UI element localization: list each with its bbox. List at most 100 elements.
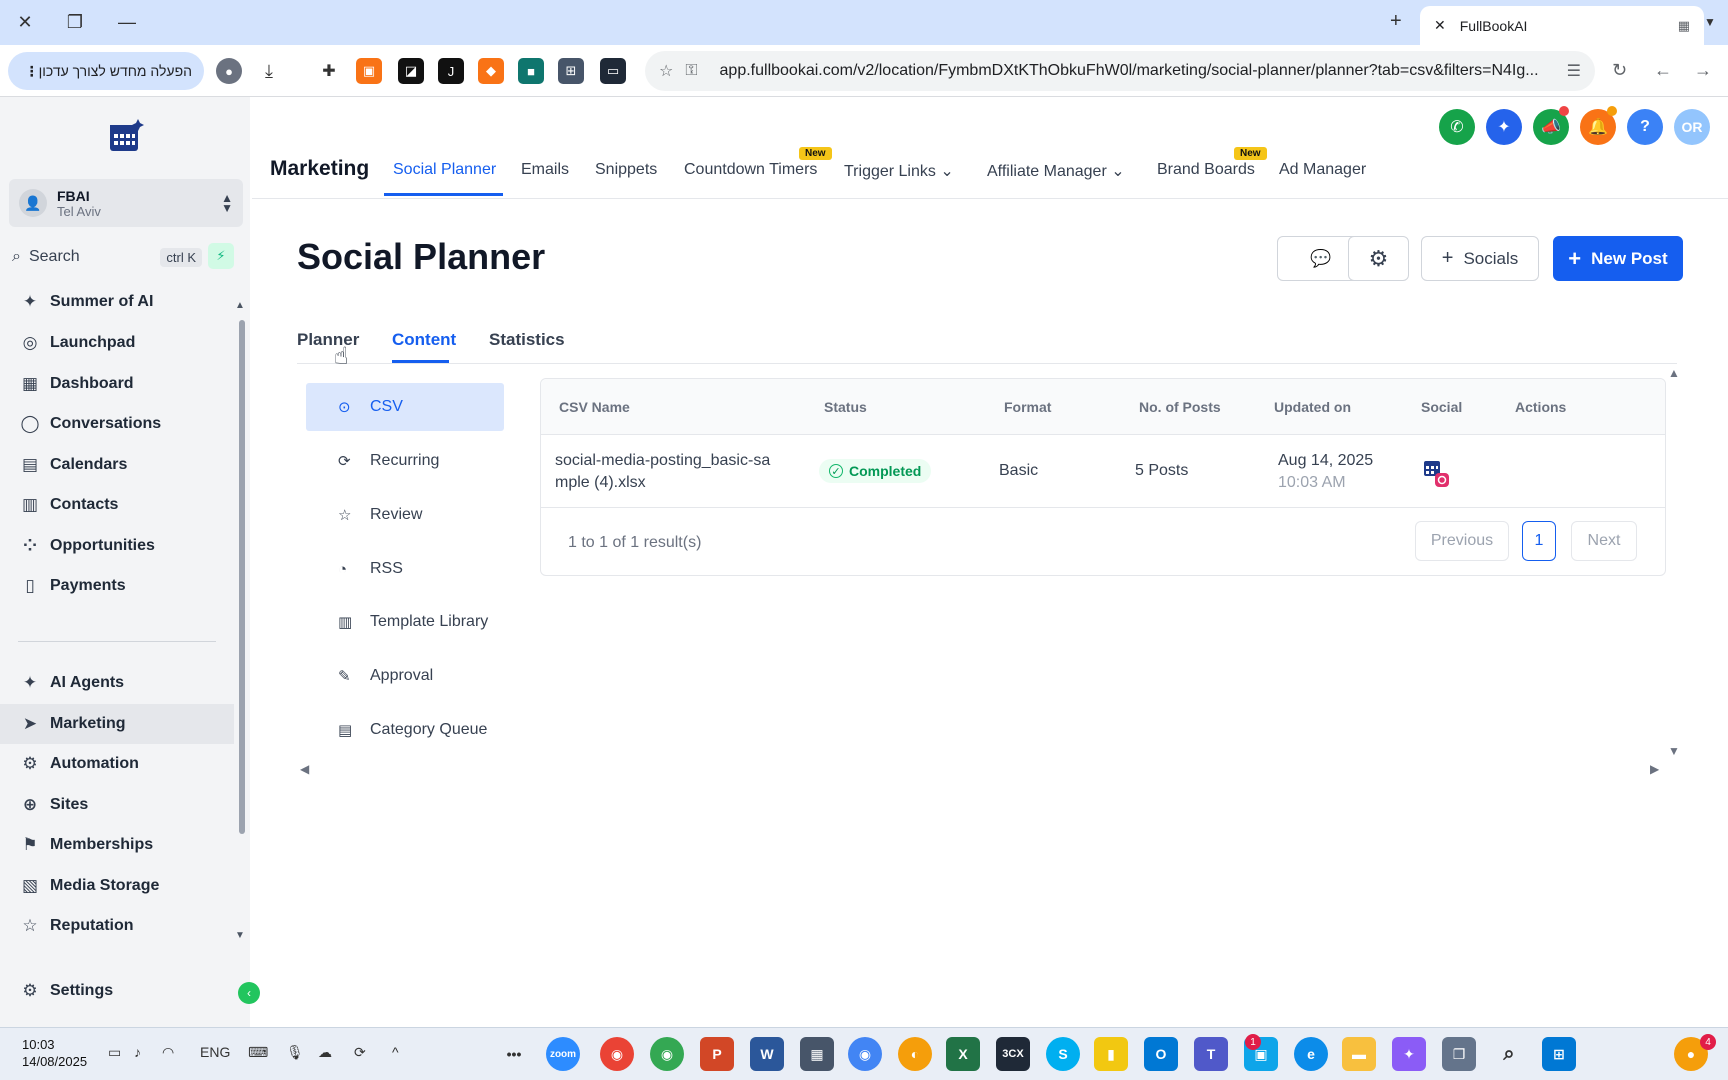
next-page-button[interactable]: Next (1571, 521, 1637, 561)
onedrive-icon[interactable]: ☁ (318, 1044, 332, 1061)
sidebar-item-settings[interactable]: ⚙ Settings (0, 971, 234, 1011)
profile-avatar-icon[interactable]: ● (216, 58, 242, 84)
extension-6-icon[interactable]: ⊞ (558, 58, 584, 84)
sidebar-item-calendars[interactable]: ▤ Calendars (0, 445, 234, 485)
sidebar-item-conversations[interactable]: ◯ Conversations (0, 404, 234, 444)
scroll-up-icon[interactable]: ▲ (235, 300, 245, 311)
sidebar-item-contacts[interactable]: ▥ Contacts (0, 485, 234, 525)
scroll-down-icon[interactable]: ▼ (1668, 744, 1680, 758)
tab-countdown-timers[interactable]: Countdown Timers (684, 161, 817, 179)
more-apps-icon[interactable]: ••• (497, 1037, 531, 1071)
minimize-window-icon[interactable]: — (110, 8, 144, 36)
tray-chevron-icon[interactable]: ^ (392, 1044, 399, 1060)
tab-content[interactable]: Content (392, 330, 456, 350)
tab-list-chevron-icon[interactable]: ▼ (1696, 8, 1724, 36)
sidebar-item-memberships[interactable]: ⚑ Memberships (0, 825, 234, 865)
reload-icon[interactable]: ↻ (1612, 60, 1627, 81)
restart-to-update-button[interactable]: הפעלה מחדש לצורך עדכון ⋮ (8, 52, 204, 90)
csv-filename[interactable]: social-media-posting_basic-sa mple (4).x… (555, 450, 770, 494)
chrome-active-app-icon[interactable]: ◉ (848, 1037, 882, 1071)
teams-app-icon[interactable]: T (1194, 1037, 1228, 1071)
zoom-app-icon[interactable]: zoom (546, 1037, 580, 1071)
account-switcher[interactable]: 👤 FBAI Tel Aviv ▲ ▼ (9, 179, 243, 227)
collapse-sidebar-button[interactable]: ‹ (238, 982, 260, 1004)
submenu-approval[interactable]: ✎ Approval (306, 652, 504, 700)
password-key-icon[interactable]: ⚿ (685, 62, 697, 80)
metamask-icon[interactable]: ◆ (478, 58, 504, 84)
3cx-app-icon[interactable]: 3CX (996, 1037, 1030, 1071)
sidebar-item-reputation[interactable]: ☆ Reputation (0, 906, 234, 946)
sidebar-item-launchpad[interactable]: ◎ Launchpad (0, 323, 234, 363)
language-indicator[interactable]: ENG (200, 1044, 230, 1060)
submenu-recurring[interactable]: ⟳ Recurring (306, 437, 504, 485)
sidebar-item-dashboard[interactable]: ▦ Dashboard (0, 364, 234, 404)
submenu-rss[interactable]: ◔ RSS (306, 545, 504, 593)
tab-close-icon[interactable]: ✕ (1434, 17, 1446, 34)
extension-5-icon[interactable]: ■ (518, 58, 544, 84)
user-avatar[interactable]: OR (1674, 109, 1710, 145)
sync-icon[interactable]: ⟳ (354, 1044, 366, 1061)
settings-button[interactable]: ⚙ (1348, 236, 1409, 281)
sidebar-item-automation[interactable]: ⚙ Automation (0, 744, 234, 784)
extension-3-icon[interactable]: J (438, 58, 464, 84)
keyboard-icon[interactable]: ⌨ (248, 1044, 268, 1061)
excel-app-icon[interactable]: X (946, 1037, 980, 1071)
previous-page-button[interactable]: Previous (1415, 521, 1509, 561)
extension-1-icon[interactable]: ▣ (356, 58, 382, 84)
powerpoint-app-icon[interactable]: P (700, 1037, 734, 1071)
skype-app-icon[interactable]: S (1046, 1037, 1080, 1071)
submenu-csv[interactable]: ⊙ CSV (306, 383, 504, 431)
scrollbar-thumb[interactable] (239, 320, 245, 834)
outlook-app-icon[interactable]: O (1144, 1037, 1178, 1071)
chrome-profile-app-icon[interactable]: ◉ (650, 1037, 684, 1071)
submenu-template-library[interactable]: ▥ Template Library (306, 598, 504, 646)
browser-tab-fullbookai[interactable]: ✕ FullBookAI ▦ (1420, 6, 1704, 45)
forward-icon[interactable]: → (1694, 60, 1712, 81)
calculator-app-icon[interactable]: ▦ (800, 1037, 834, 1071)
task-view-icon[interactable]: ❐ (1442, 1037, 1476, 1071)
file-explorer-app-icon[interactable]: ▬ (1342, 1037, 1376, 1071)
close-window-icon[interactable]: ✕ (8, 8, 42, 36)
phone-icon[interactable]: ✆ (1439, 109, 1475, 145)
tab-ad-manager[interactable]: Ad Manager (1279, 161, 1366, 179)
new-post-button[interactable]: + New Post (1553, 236, 1683, 281)
ai-assistant-icon[interactable]: ✦ (1486, 109, 1522, 145)
sidebar-item-media-storage[interactable]: ▧ Media Storage (0, 866, 234, 906)
extension-2-icon[interactable]: ◪ (398, 58, 424, 84)
tab-affiliate-manager[interactable]: Affiliate Manager ⌄ (987, 161, 1125, 181)
help-button[interactable]: ? (1627, 109, 1663, 145)
sidebar-item-payments[interactable]: ▯ Payments (0, 566, 234, 606)
tab-planner[interactable]: Planner (297, 330, 359, 350)
new-tab-icon[interactable]: + (1390, 10, 1402, 33)
wifi-icon[interactable]: ◠ (162, 1044, 174, 1061)
tab-emails[interactable]: Emails (521, 161, 569, 179)
microphone-icon[interactable]: 🎙 (286, 1044, 304, 1061)
chrome-app-icon[interactable]: ◉ (600, 1037, 634, 1071)
windows-start-icon[interactable]: ⊞ (1542, 1037, 1576, 1071)
copilot-app-icon[interactable]: ✦ (1392, 1037, 1426, 1071)
clock[interactable]: 10:03 14/08/2025 (22, 1036, 87, 1070)
submenu-category-queue[interactable]: ▤ Category Queue (306, 706, 504, 754)
page-1-button[interactable]: 1 (1522, 521, 1556, 561)
sidebar-item-opportunities[interactable]: ⁘ Opportunities (0, 526, 234, 566)
sidebar-search[interactable]: ⌕ Search ctrl K (12, 243, 202, 271)
submenu-review[interactable]: ☆ Review (306, 491, 504, 539)
app-icon[interactable]: ◐ (898, 1037, 932, 1071)
back-icon[interactable]: ← (1654, 60, 1672, 81)
more-menu-icon[interactable]: ⋮ (25, 63, 39, 80)
scroll-down-icon[interactable]: ▼ (235, 930, 245, 941)
sidebar-scrollbar[interactable]: ▲ ▼ (235, 300, 246, 941)
extension-7-icon[interactable]: ▭ (600, 58, 626, 84)
socials-button[interactable]: + Socials (1421, 236, 1539, 281)
volume-icon[interactable]: ♪ (134, 1044, 141, 1060)
tab-statistics[interactable]: Statistics (489, 330, 565, 350)
tab-snippets[interactable]: Snippets (595, 161, 657, 179)
sidebar-item-summer-of-ai[interactable]: ✦ Summer of AI (0, 282, 234, 322)
sidebar-item-ai-agents[interactable]: ✦ AI Agents (0, 663, 234, 703)
powerbi-app-icon[interactable]: ▮ (1094, 1037, 1128, 1071)
address-bar[interactable]: ☆ ⚿ app.fullbookai.com/v2/location/Fymbm… (645, 51, 1595, 91)
battery-icon[interactable]: ▭ (108, 1044, 121, 1061)
bookmark-star-icon[interactable]: ☆ (659, 61, 673, 81)
site-settings-icon[interactable]: ☰ (1567, 61, 1581, 81)
tab-brand-boards[interactable]: Brand Boards (1157, 161, 1255, 179)
